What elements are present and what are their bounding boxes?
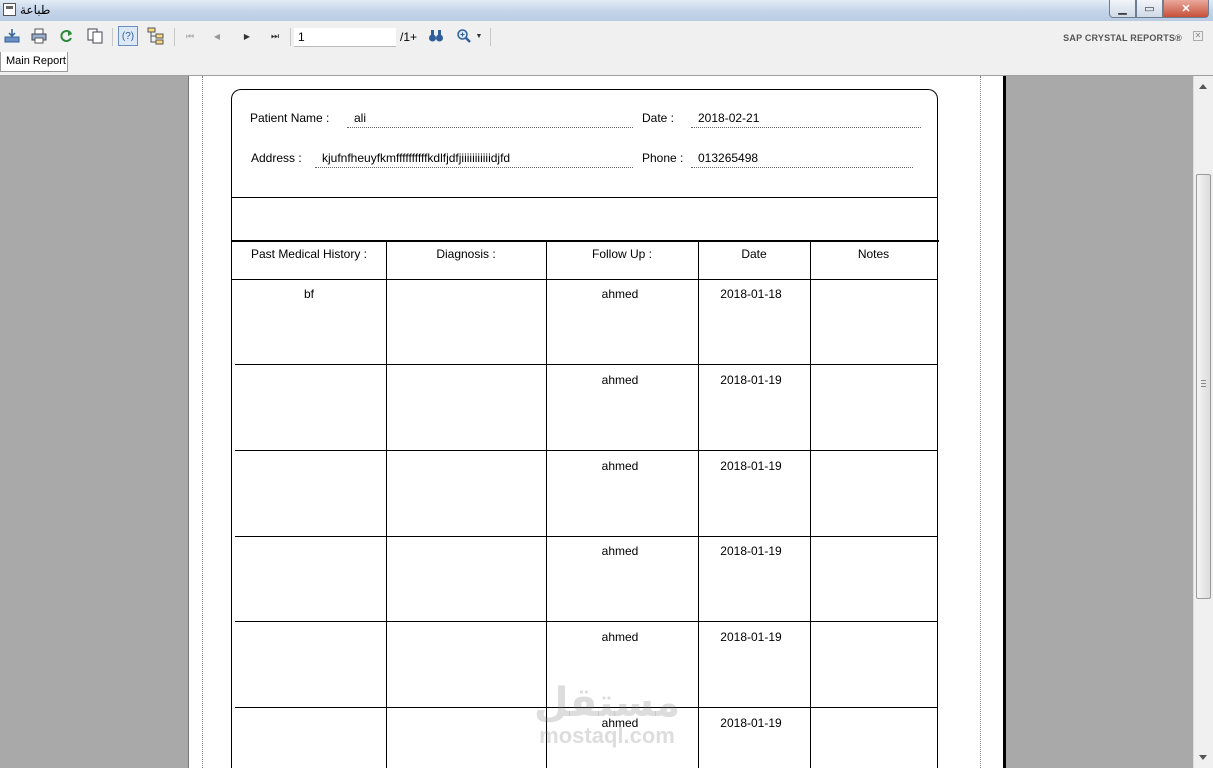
app-icon — [3, 3, 16, 16]
follow-up-cell: ahmed — [601, 630, 639, 644]
phone-value: 013265498 — [691, 151, 913, 168]
previous-page-icon: ◀ — [213, 31, 221, 41]
table-right-border — [937, 197, 938, 768]
follow-up-cell: ahmed — [601, 459, 639, 473]
grip-icon — [1201, 380, 1206, 387]
table-top-rule — [232, 240, 939, 242]
toolbar-separator — [290, 28, 291, 46]
title-bar: طباعة ▁ ▭ ✕ — [0, 0, 1213, 21]
toolbar: (?) ⏮ ◀ ▶ ⏭ /1+ ▼ SAP CRYSTAL REPORTS® ✕ — [0, 21, 1213, 52]
follow-up-cell: ahmed — [601, 716, 639, 730]
copy-button[interactable] — [86, 27, 104, 45]
refresh-icon — [60, 30, 72, 42]
last-page-icon: ⏭ — [270, 30, 280, 41]
column-header-follow-up: Follow Up : — [591, 247, 653, 261]
window-title: طباعة — [20, 3, 51, 17]
toolbar-separator — [112, 28, 113, 46]
column-header-notes: Notes — [857, 247, 890, 261]
chevron-down-icon: ▼ — [475, 32, 483, 40]
row-divider — [232, 279, 937, 280]
row-divider — [235, 621, 937, 622]
date-cell: 2018-01-19 — [720, 716, 782, 730]
column-divider — [386, 240, 387, 768]
print-icon — [31, 28, 47, 44]
date-cell: 2018-01-19 — [720, 459, 782, 473]
find-button[interactable] — [427, 27, 445, 45]
date-cell: 2018-01-19 — [720, 544, 782, 558]
help-button[interactable]: (?) — [118, 26, 138, 46]
help-icon: (?) — [121, 30, 135, 42]
column-divider — [810, 240, 811, 768]
page-number-input[interactable] — [294, 28, 396, 47]
report-viewer[interactable]: Patient Name : ali Date : 2018-02-21 Add… — [0, 76, 1193, 768]
patient-name-value: ali — [347, 111, 633, 128]
maximize-button[interactable]: ▭ — [1136, 0, 1163, 18]
export-button[interactable] — [3, 27, 21, 45]
close-icon: ✕ — [1181, 3, 1191, 15]
visit-date-value: 2018-02-21 — [691, 111, 921, 128]
column-header-date: Date — [741, 247, 767, 261]
patient-info-box — [231, 89, 938, 198]
minimize-button[interactable]: ▁ — [1109, 0, 1136, 18]
zoom-icon — [457, 29, 471, 43]
date-cell: 2018-01-19 — [720, 630, 782, 644]
column-divider — [546, 240, 547, 768]
history-cell: bf — [303, 287, 314, 301]
refresh-button[interactable] — [57, 27, 75, 45]
follow-up-cell: ahmed — [601, 287, 639, 301]
previous-page-button[interactable]: ◀ — [208, 27, 226, 45]
last-page-button[interactable]: ⏭ — [266, 27, 284, 45]
scroll-thumb[interactable] — [1196, 174, 1211, 599]
row-divider — [235, 707, 937, 708]
print-button[interactable] — [30, 27, 48, 45]
margin-guide — [980, 76, 981, 768]
section-divider — [232, 197, 937, 198]
export-icon — [4, 29, 20, 43]
column-header-diagnosis: Diagnosis : — [436, 247, 496, 261]
close-viewer-button[interactable]: ✕ — [1193, 31, 1203, 41]
copy-icon — [87, 28, 103, 44]
first-page-icon: ⏮ — [185, 30, 195, 41]
toolbar-separator — [490, 28, 491, 46]
zoom-button[interactable] — [455, 27, 473, 45]
patient-name-label: Patient Name : — [250, 111, 330, 125]
table-left-border — [231, 197, 232, 768]
address-label: Address : — [251, 151, 302, 165]
minimize-icon: ▁ — [1118, 3, 1127, 15]
group-tree-button[interactable] — [147, 27, 165, 45]
scroll-up-icon[interactable] — [1199, 84, 1207, 89]
maximize-icon: ▭ — [1144, 3, 1155, 15]
binoculars-icon — [429, 30, 443, 42]
group-tree-icon — [147, 27, 164, 45]
column-header-history: Past Medical History : — [250, 247, 368, 261]
phone-label: Phone : — [642, 151, 684, 165]
scroll-down-icon[interactable] — [1199, 755, 1207, 760]
date-cell: 2018-01-19 — [720, 373, 782, 387]
next-page-icon: ▶ — [243, 31, 251, 41]
close-button[interactable]: ✕ — [1163, 0, 1209, 18]
follow-up-cell: ahmed — [601, 373, 639, 387]
tab-main-report[interactable]: Main Report — [0, 52, 68, 72]
vertical-scrollbar[interactable] — [1193, 76, 1213, 768]
toolbar-separator — [174, 28, 175, 46]
column-divider — [698, 240, 699, 768]
first-page-button[interactable]: ⏮ — [181, 27, 199, 45]
brand-label: SAP CRYSTAL REPORTS® — [1063, 33, 1182, 43]
row-divider — [235, 536, 937, 537]
date-cell: 2018-01-18 — [720, 287, 782, 301]
close-icon: ✕ — [1194, 31, 1202, 40]
row-divider — [235, 450, 937, 451]
follow-up-cell: ahmed — [601, 544, 639, 558]
margin-guide — [202, 76, 203, 768]
next-page-button[interactable]: ▶ — [238, 27, 256, 45]
address-value: kjufnfheuyfkmffffffffffkdlfjdfjiiiiiiiii… — [315, 151, 633, 168]
date-label: Date : — [642, 111, 675, 125]
page-total: /1+ — [400, 30, 418, 44]
zoom-dropdown-button[interactable]: ▼ — [474, 27, 484, 45]
window-controls: ▁ ▭ ✕ — [1109, 0, 1209, 18]
row-divider — [235, 364, 937, 365]
tab-strip: Main Report — [0, 52, 1213, 76]
